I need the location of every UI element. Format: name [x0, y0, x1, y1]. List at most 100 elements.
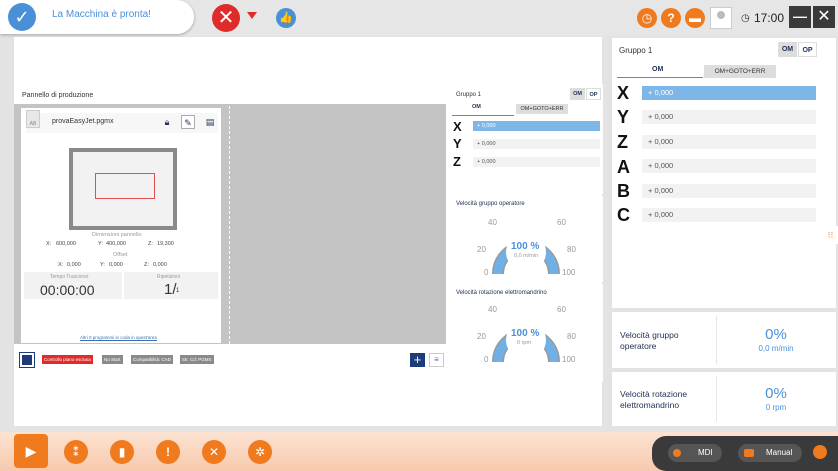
clock-icon: ◷ — [741, 13, 750, 24]
tag-no-start: No Start — [102, 355, 123, 364]
axis-value[interactable]: + 0,000 — [473, 157, 600, 167]
tab-om-mid-underline — [452, 115, 514, 116]
off-z-label: Z: — [144, 262, 149, 268]
gauge-operator-sub: 0,0 m/min — [514, 253, 539, 259]
axis-value[interactable]: + 0,000 — [642, 110, 816, 124]
dim-z-value: 19,300 — [157, 241, 174, 247]
seg-om-right[interactable]: OM — [778, 42, 797, 57]
thumbs-up-icon[interactable]: 👍 — [276, 8, 296, 28]
off-z-value: 0,000 — [153, 262, 167, 268]
file-icon: AB — [26, 110, 40, 128]
minimize-button[interactable]: — — [789, 6, 811, 28]
gauge-operator-title: Velocità gruppo operatore — [456, 201, 525, 207]
program-file-name: provaEasyJet.pgmx — [52, 118, 114, 125]
group-panel-right — [612, 38, 836, 308]
auto-mode-icon[interactable] — [813, 445, 827, 459]
axis-label: Z — [453, 154, 461, 169]
maintenance-icon[interactable]: ✕ — [202, 440, 226, 464]
tab-om-right[interactable]: OM — [652, 66, 663, 73]
dim-z-label: Z: — [148, 241, 153, 247]
production-panel-title: Pannello di produzione — [22, 92, 94, 99]
seg-om-mid[interactable]: OM — [570, 88, 585, 100]
add-program-button[interactable]: + — [410, 353, 425, 367]
production-home-icon[interactable]: ▶ — [14, 434, 48, 468]
elapsed-time-label: Tempo Trascorso — [50, 274, 89, 280]
group-title-mid: Gruppo 1 — [456, 92, 482, 98]
speed-spindle-unit: 0 rpm — [765, 403, 787, 412]
lock-icon[interactable]: 🔒︎ — [160, 115, 174, 129]
tag-bed-control: Controllo piano esclusa — [42, 355, 93, 364]
axis-value[interactable]: + 0,000 — [642, 86, 816, 100]
off-y-value: 0,000 — [109, 262, 123, 268]
gauge-spindle-percent: 100 % — [511, 328, 540, 339]
gauge-tick: 20 — [477, 332, 486, 341]
axis-value[interactable]: + 0,000 — [473, 121, 600, 131]
tag-structure: Str. Cd: PGMX — [180, 355, 214, 364]
axis-label: B — [617, 181, 630, 201]
divider — [716, 376, 717, 422]
axis-value[interactable]: + 0,000 — [642, 184, 816, 198]
user-avatar[interactable] — [710, 7, 732, 29]
gauge-tick: 80 — [567, 332, 576, 341]
gauge-tick: 100 — [562, 355, 576, 364]
divider — [716, 316, 717, 364]
repetitions-value: 1/ — [164, 281, 177, 298]
machine-icon[interactable]: ▬ — [685, 8, 705, 28]
gauge-spindle-title: Velocità rotazione elettromandrino — [456, 290, 547, 296]
side-panel-handle-icon[interactable]: ⁝⁝ — [823, 226, 838, 244]
gauge-tick: 0 — [484, 268, 489, 277]
repetitions-total: 1 — [176, 288, 180, 294]
tab-goto-mid[interactable]: OM+GOTO+ERR — [516, 104, 568, 114]
settings-button[interactable] — [19, 352, 35, 368]
speed-spindle-value: 0% — [765, 385, 787, 402]
alarm-icon[interactable]: ! — [156, 440, 180, 464]
close-button[interactable]: ✕ — [813, 6, 835, 28]
status-message: La Macchina è pronta! — [52, 9, 151, 20]
seg-op-right[interactable]: OP — [798, 42, 817, 57]
gauge-spindle-sub: 0 rpm — [517, 340, 532, 346]
off-x-value: 0,000 — [67, 262, 81, 268]
repetitions-label: Ripetizioni — [157, 274, 181, 280]
settings-icon[interactable]: ✲ — [248, 440, 272, 464]
off-y-label: Y: — [100, 262, 105, 268]
statistics-icon[interactable]: ▮ — [110, 440, 134, 464]
axis-label: Y — [617, 107, 630, 127]
gauge-tick: 40 — [488, 218, 497, 227]
tools-status-icon[interactable]: ⁑ — [64, 440, 88, 464]
gauge-tick: 60 — [557, 305, 566, 314]
axis-value[interactable]: + 0,000 — [642, 135, 816, 149]
gauge-tick: 20 — [477, 245, 486, 254]
dim-y-value: 400,000 — [106, 241, 126, 247]
axis-label: Y — [453, 136, 462, 151]
tab-goto-right[interactable]: OM+GOTO+ERR — [704, 65, 776, 78]
gauge-tick: 60 — [557, 218, 566, 227]
gauge-operator-percent: 100 % — [511, 241, 540, 252]
stop-button[interactable]: ✕ — [212, 4, 240, 32]
speed-operator-label: Velocità gruppo operatore — [620, 330, 679, 351]
elapsed-time-value: 00:00:00 — [40, 282, 95, 298]
manual-icon — [744, 449, 754, 457]
dim-x-value: 600,000 — [56, 241, 76, 247]
area-divider — [229, 106, 230, 344]
gauge-tick: 80 — [567, 245, 576, 254]
offset-label: Offset — [113, 252, 128, 258]
axis-label: C — [617, 205, 630, 225]
tag-compatibility: Compatibilità: CAD — [131, 355, 174, 364]
axis-value[interactable]: + 0,000 — [473, 139, 600, 149]
help-icon[interactable]: ? — [661, 8, 681, 28]
tab-om-mid[interactable]: OM — [472, 104, 494, 110]
timer-icon[interactable]: ◷ — [637, 8, 657, 28]
edit-icon[interactable]: ✎ — [181, 115, 195, 129]
trash-icon[interactable]: ▤ — [203, 115, 217, 129]
axis-value[interactable]: + 0,000 — [642, 159, 816, 173]
axis-value[interactable]: + 0,000 — [642, 208, 816, 222]
axis-label: Z — [617, 132, 628, 152]
seg-op-mid[interactable]: OP — [586, 88, 601, 100]
speed-spindle-label: Velocità rotazione elettromandrino — [620, 389, 688, 410]
chevron-down-icon[interactable] — [247, 12, 257, 19]
speed-operator-unit: 0,0 m/min — [758, 344, 794, 353]
queue-link[interactable]: Altri 0 programmi in coda in quest'area — [80, 335, 157, 340]
list-view-button[interactable]: ≡ — [429, 353, 444, 367]
axis-label: A — [617, 157, 630, 177]
speed-operator-value: 0% — [765, 326, 787, 343]
